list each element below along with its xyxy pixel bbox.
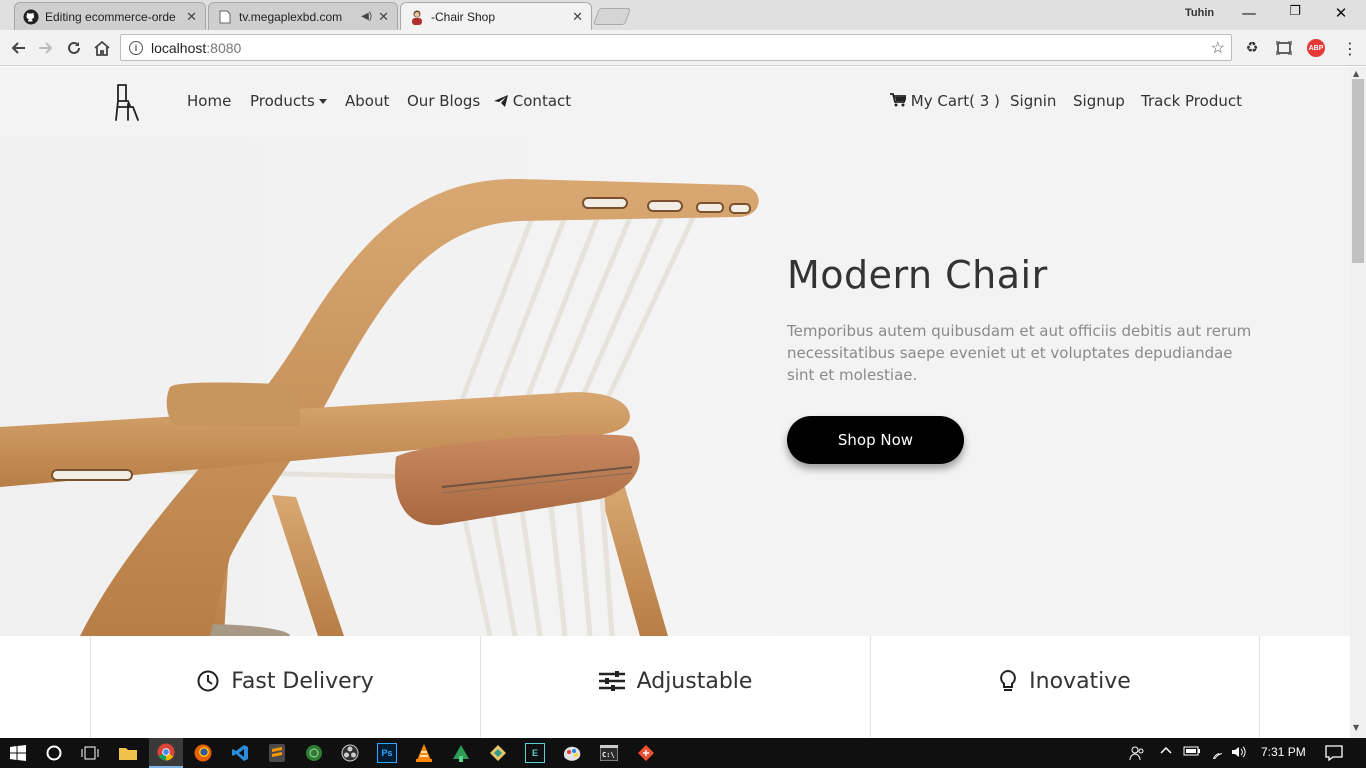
paper-plane-icon [494,95,508,107]
page-viewport: Home Products About Our Blogs Contact My… [0,67,1350,738]
scroll-up-icon[interactable]: ▲ [1353,69,1359,78]
tab-megaplex[interactable]: tv.megaplexbd.com ◀) ✕ [208,2,398,30]
shop-now-button[interactable]: Shop Now [787,416,964,464]
nav-cart[interactable]: My Cart( 3 ) [890,92,1000,110]
app-colorful-icon[interactable] [562,743,582,763]
vscode-icon[interactable] [230,743,250,763]
bookmark-star-icon[interactable]: ☆ [1211,38,1225,58]
hero-title: Modern Chair [787,253,1048,297]
nav-signup[interactable]: Signup [1073,92,1125,110]
nav-track-product[interactable]: Track Product [1141,92,1242,110]
hero-description: Temporibus autem quibusdam et aut offici… [787,322,1252,384]
tab-title: tv.megaplexbd.com [239,9,343,24]
browser-toolbar: i localhost:8080 ☆ ♻ ABP ⋮ [0,30,1366,66]
app-green-circle-icon[interactable] [304,743,324,763]
command-prompt-icon[interactable]: C:\ [599,743,619,763]
profile-name[interactable]: Tuhin [1185,7,1214,19]
scroll-down-icon[interactable]: ▼ [1353,723,1359,732]
editor-e-icon[interactable]: E [525,743,545,763]
nav-products[interactable]: Products [250,92,327,110]
github-icon [23,9,39,25]
nav-contact[interactable]: Contact [494,92,571,110]
feature-fast-delivery: Fast Delivery [90,636,480,738]
nav-contact-label: Contact [512,92,572,110]
feature-innovative: Inovative [870,636,1260,738]
volume-icon[interactable] [1231,745,1247,762]
battery-icon[interactable] [1183,745,1201,760]
info-icon[interactable]: i [129,40,143,55]
feature-adjustable: Adjustable [480,636,870,738]
nav-blogs[interactable]: Our Blogs [407,92,480,110]
close-icon[interactable]: ✕ [378,9,389,25]
new-tab-button[interactable] [592,8,632,25]
address-bar[interactable]: i localhost:8080 ☆ [120,34,1232,61]
recycle-extension-icon[interactable]: ♻ [1242,38,1262,58]
scrollbar-thumb[interactable] [1352,79,1364,263]
url-host: localhost [151,39,207,56]
restore-icon[interactable]: ❐ [1280,4,1310,19]
chrome-taskbar-icon[interactable] [149,738,183,768]
photoshop-icon[interactable]: Ps [377,743,397,763]
git-bash-icon[interactable] [636,743,656,763]
file-explorer-icon[interactable] [118,743,138,763]
svg-text:C:\: C:\ [602,751,615,759]
tab-chair-shop[interactable]: -Chair Shop ✕ [400,2,592,31]
adblock-icon[interactable]: ABP [1306,38,1326,58]
home-icon[interactable] [90,36,114,60]
windows-start-icon[interactable] [8,743,28,763]
close-icon[interactable]: ✕ [186,9,197,25]
nav-home[interactable]: Home [187,92,231,110]
page-icon [217,9,233,25]
task-view-icon[interactable] [80,743,100,763]
window-close-icon[interactable]: ✕ [1326,4,1356,22]
feature-label: Inovative [1029,668,1131,694]
clock-time[interactable]: 7:31 PM [1261,745,1306,759]
chair-logo-icon[interactable] [113,83,141,125]
notification-icon[interactable] [1325,745,1343,764]
nav-cart-label: My Cart( 3 ) [910,92,1000,110]
sublime-text-icon[interactable] [267,743,287,763]
sourcetree-icon[interactable] [451,743,471,763]
browser-tab-strip: Editing ecommerce-orde ✕ tv.megaplexbd.c… [0,0,1366,31]
minimize-icon[interactable]: — [1234,4,1264,22]
tray-chevron-up-icon[interactable] [1160,745,1172,760]
feature-label: Fast Delivery [231,668,374,694]
speaker-icon[interactable]: ◀) [361,11,372,22]
screen-capture-icon[interactable] [1274,38,1294,58]
wifi-icon[interactable] [1209,745,1225,763]
people-icon[interactable] [1129,745,1145,764]
menu-kebab-icon[interactable]: ⋮ [1340,38,1360,58]
caret-down-icon [318,99,327,104]
tab-github[interactable]: Editing ecommerce-orde ✕ [14,2,206,30]
tab-title: Editing ecommerce-orde [45,9,176,24]
avatar-icon [409,9,425,25]
feature-label: Adjustable [636,668,753,694]
vlc-icon[interactable] [414,743,434,763]
search-circle-icon[interactable] [44,743,64,763]
page-scrollbar[interactable]: ▲ ▼ [1350,67,1366,738]
lightbulb-icon [999,669,1017,693]
firefox-icon[interactable] [193,743,213,763]
windows-taskbar: Ps E C:\ 7:31 PM [0,738,1366,768]
nav-signin[interactable]: Signin [1010,92,1056,110]
sliders-icon [598,671,625,691]
reload-icon[interactable] [62,36,86,60]
obs-icon[interactable] [340,743,360,763]
cart-icon [890,93,908,107]
nav-about[interactable]: About [345,92,389,110]
forward-arrow-icon[interactable] [34,36,58,60]
nav-products-label: Products [250,92,315,110]
close-icon[interactable]: ✕ [572,9,583,25]
tab-title: -Chair Shop [431,10,496,24]
git-diamond-icon[interactable] [488,743,508,763]
features-strip: Fast Delivery Adjustable Inovative [0,636,1350,738]
url-port: :8080 [206,39,242,56]
back-arrow-icon[interactable] [6,36,30,60]
hero-chair-image [0,137,780,636]
clock-icon [197,670,219,692]
site-navbar: Home Products About Our Blogs Contact My… [0,67,1350,137]
